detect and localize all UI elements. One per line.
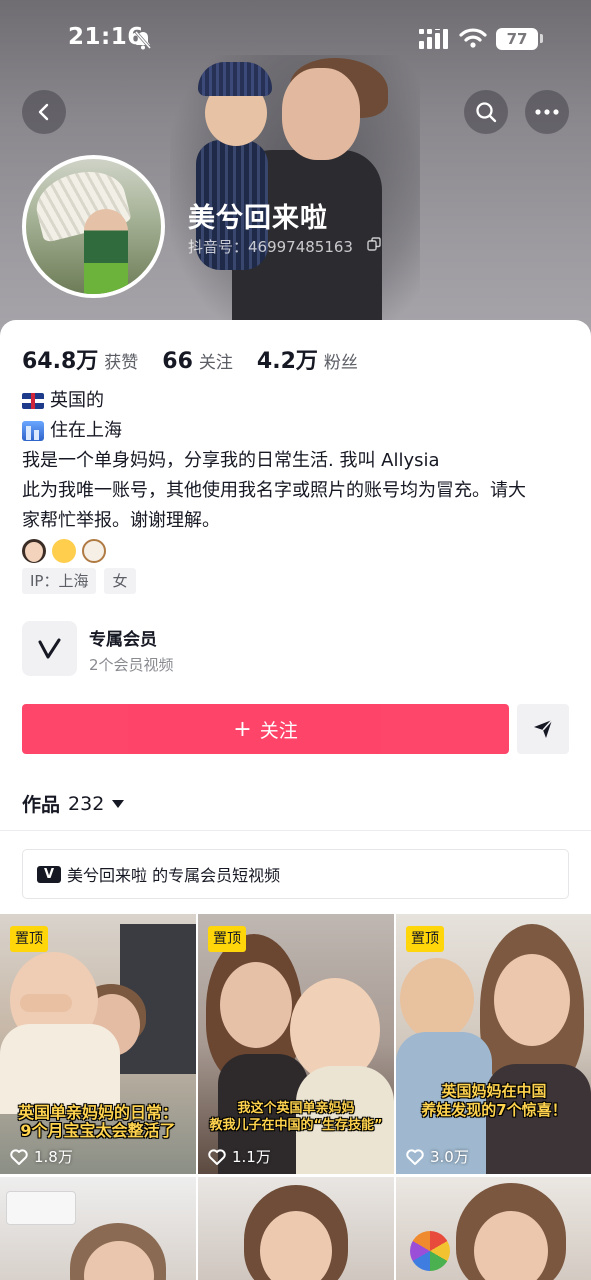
- cover-photo-face: [282, 68, 360, 160]
- douyin-id[interactable]: 抖音号：46997485163: [188, 236, 353, 257]
- follow-button-label: 关注: [259, 719, 298, 742]
- video-tile[interactable]: [0, 1177, 196, 1280]
- search-button[interactable]: [464, 90, 508, 134]
- bio-country: 英国的: [50, 390, 104, 411]
- caption-line: 我这个英国单亲妈妈: [237, 1101, 355, 1116]
- tab-works[interactable]: 作品 232: [22, 790, 125, 817]
- heart-icon: [208, 1148, 226, 1165]
- member-videos-bar[interactable]: V 美兮回来啦 的专属会员短视频: [22, 849, 569, 899]
- bio-intro: 我是一个单身妈妈，分享我的日常生活. 我叫 Allysia: [22, 450, 440, 471]
- thumbnail-face: [494, 954, 570, 1046]
- chevron-left-icon: [38, 103, 49, 121]
- caption-line: 9个月宝宝太会整活了: [20, 1121, 176, 1140]
- more-button[interactable]: [525, 90, 569, 134]
- profile-nickname: 美兮回来啦: [188, 203, 328, 234]
- caption-line: 教我儿子在中国的“生存技能”: [209, 1118, 383, 1133]
- like-count: 1.8万: [34, 1148, 73, 1166]
- search-icon: [476, 102, 497, 123]
- ip-location-tag: IP：上海: [22, 568, 97, 594]
- pinned-badge: 置顶: [10, 926, 48, 952]
- stat-likes-label: 获赞: [104, 353, 139, 373]
- stat-likes[interactable]: 64.8万 获赞: [22, 343, 138, 375]
- member-subtitle: 2个会员视频: [89, 656, 174, 674]
- stat-likes-value: 64.8万: [22, 349, 99, 374]
- more-icon: [535, 109, 559, 115]
- video-caption: 英国单亲妈妈的日常： 9个月宝宝太会整活了: [4, 1104, 192, 1140]
- battery-cap: [540, 34, 543, 43]
- stat-following-label: 关注: [198, 353, 233, 373]
- dog-emoji-icon: [82, 539, 106, 563]
- profile-bio: 英国的 住在上海 我是一个单身妈妈，分享我的日常生活. 我叫 Allysia 此…: [22, 386, 572, 566]
- uk-flag-icon: [22, 393, 44, 409]
- thumbnail-hand: [20, 994, 72, 1012]
- stat-following[interactable]: 66 关注: [162, 348, 233, 374]
- like-count: 1.1万: [232, 1148, 271, 1166]
- member-video-icon: V: [37, 865, 61, 883]
- video-likes: 3.0万: [406, 1146, 469, 1167]
- copy-icon[interactable]: [367, 237, 381, 251]
- status-bar: 21:16 77: [0, 0, 591, 80]
- bio-line: 英国的: [22, 386, 572, 416]
- works-count: 232: [68, 792, 105, 815]
- bio-notice-line1: 此为我唯一账号，其他使用我名字或照片的账号均为冒充。请大: [22, 480, 526, 501]
- stat-followers-label: 粉丝: [323, 353, 358, 373]
- video-caption: 我这个英国单亲妈妈 教我儿子在中国的“生存技能”: [202, 1100, 390, 1134]
- divider: [0, 830, 591, 831]
- caption-line: 英国单亲妈妈的日常：: [17, 1103, 178, 1122]
- woman-emoji-icon: [22, 539, 46, 563]
- avatar[interactable]: [22, 155, 165, 298]
- video-tile[interactable]: 置顶 英国单亲妈妈的日常： 9个月宝宝太会整活了 1.8万: [0, 914, 196, 1174]
- plus-icon: +: [233, 716, 252, 742]
- stat-followers-value: 4.2万: [256, 349, 318, 374]
- cityscape-icon: [22, 421, 44, 441]
- wifi-icon: [459, 28, 487, 48]
- heart-icon: [406, 1148, 424, 1165]
- video-grid: 置顶 英国单亲妈妈的日常： 9个月宝宝太会整活了 1.8万 置顶 我这个英国单亲…: [0, 914, 591, 1280]
- member-v-logo-icon: [22, 621, 77, 676]
- like-count: 3.0万: [430, 1148, 469, 1166]
- caption-line: 养娃发现的7个惊喜！: [421, 1101, 567, 1119]
- video-tile[interactable]: [396, 1177, 591, 1280]
- member-title: 专属会员: [89, 630, 157, 650]
- share-button[interactable]: [517, 704, 569, 754]
- member-videos-text: 美兮回来啦 的专属会员短视频: [67, 866, 281, 885]
- gender-tag: 女: [104, 568, 136, 594]
- baby-emoji-icon: [52, 539, 76, 563]
- profile-stats: 64.8万 获赞 66 关注 4.2万 粉丝: [22, 343, 382, 374]
- bio-line: 住在上海: [22, 416, 572, 446]
- back-button[interactable]: [22, 90, 66, 134]
- video-likes: 1.8万: [10, 1146, 73, 1167]
- thumbnail-baby-face: [400, 958, 474, 1040]
- stat-followers[interactable]: 4.2万 粉丝: [257, 343, 358, 375]
- follow-button[interactable]: + 关注: [22, 704, 509, 754]
- bell-muted-icon: [134, 31, 152, 50]
- pinned-badge: 置顶: [208, 926, 246, 952]
- bio-emojis: [22, 536, 572, 566]
- stat-following-value: 66: [162, 349, 193, 374]
- bio-city: 住在上海: [50, 420, 122, 441]
- battery-indicator: 77: [496, 28, 538, 50]
- caret-down-icon: [112, 799, 125, 808]
- caption-line: 英国妈妈在中国: [441, 1082, 547, 1100]
- signal-icon: [419, 29, 448, 49]
- profile-header: 21:16 77 美兮回来啦 抖音号：46997485163: [0, 0, 591, 340]
- avatar-person: [84, 209, 128, 294]
- video-tile[interactable]: [198, 1177, 394, 1280]
- thumbnail-baby-body: [0, 1024, 120, 1114]
- bio-notice-line2: 家帮忙举报。谢谢理解。: [22, 510, 220, 531]
- works-tab-label: 作品: [22, 794, 61, 816]
- thumbnail-face: [220, 962, 292, 1048]
- exclusive-member-entry[interactable]: 专属会员 2个会员视频: [22, 621, 572, 679]
- profile-tags: IP：上海 女: [22, 568, 136, 594]
- thumbnail-air-conditioner: [6, 1191, 76, 1225]
- video-tile[interactable]: 置顶 我这个英国单亲妈妈 教我儿子在中国的“生存技能” 1.1万: [198, 914, 394, 1174]
- heart-icon: [10, 1148, 28, 1165]
- pinned-badge: 置顶: [406, 926, 444, 952]
- video-caption: 英国妈妈在中国 养娃发现的7个惊喜！: [400, 1082, 588, 1120]
- video-likes: 1.1万: [208, 1146, 271, 1167]
- video-tile[interactable]: 置顶 英国妈妈在中国 养娃发现的7个惊喜！ 3.0万: [396, 914, 591, 1174]
- share-icon: [534, 719, 553, 738]
- thumbnail-toy-wheel: [410, 1231, 450, 1271]
